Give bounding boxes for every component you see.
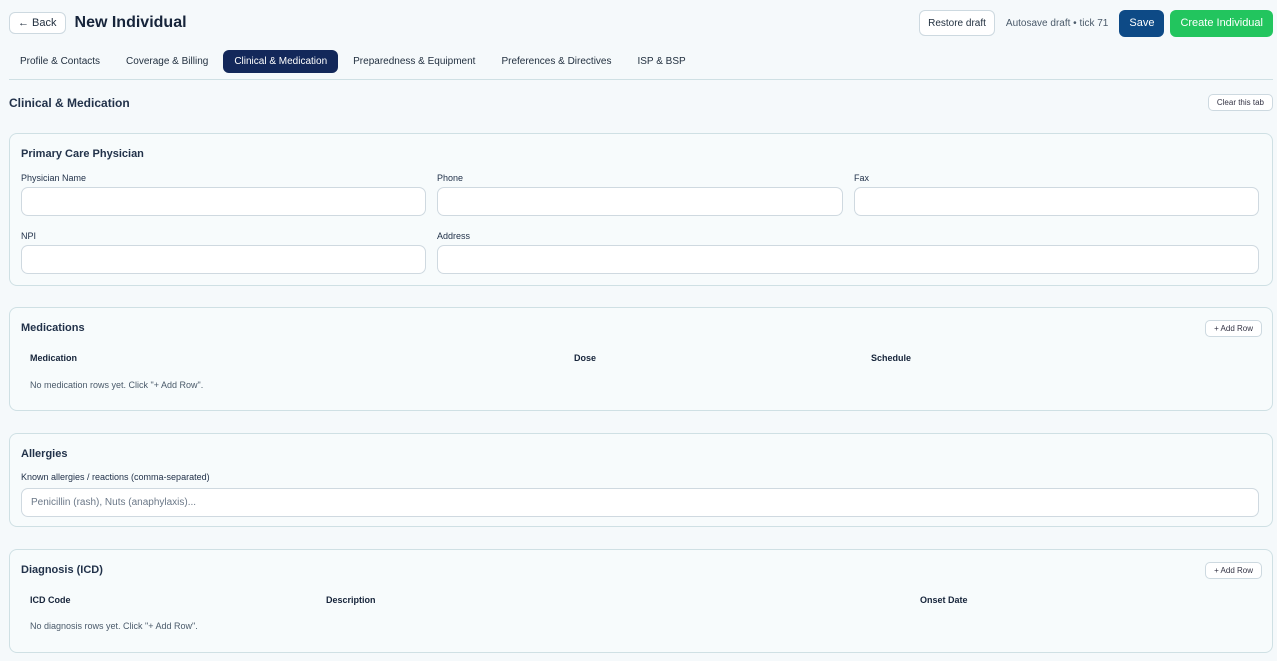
tab-coverage-billing[interactable]: Coverage & Billing bbox=[115, 50, 219, 73]
diagnosis-empty-text: No diagnosis rows yet. Click "+ Add Row"… bbox=[30, 621, 198, 631]
section-header: Clinical & Medication Clear this tab bbox=[9, 94, 1273, 111]
medications-card: Medications + Add Row Medication Dose Sc… bbox=[9, 307, 1273, 411]
clear-tab-button[interactable]: Clear this tab bbox=[1207, 94, 1273, 111]
section-title: Clinical & Medication bbox=[9, 95, 130, 110]
medications-title: Medications bbox=[21, 322, 85, 334]
medications-col-dose: Dose bbox=[574, 353, 597, 363]
diagnosis-card: Diagnosis (ICD) + Add Row ICD Code Descr… bbox=[9, 549, 1273, 653]
page-title: New Individual bbox=[74, 14, 187, 31]
tab-clinical-medication[interactable]: Clinical & Medication bbox=[223, 50, 339, 73]
physician-name-label: Physician Name bbox=[21, 173, 87, 183]
phone-label: Phone bbox=[437, 173, 464, 183]
create-individual-button[interactable]: Create Individual bbox=[1170, 9, 1273, 37]
pcp-title: Primary Care Physician bbox=[21, 148, 144, 160]
restore-draft-button[interactable]: Restore draft bbox=[919, 10, 995, 36]
diagnosis-col-icd-code: ICD Code bbox=[30, 595, 71, 605]
save-button[interactable]: Save bbox=[1119, 9, 1165, 37]
tab-preparedness-equipment[interactable]: Preparedness & Equipment bbox=[342, 50, 486, 73]
tab-preferences-directives[interactable]: Preferences & Directives bbox=[490, 50, 622, 73]
fax-label: Fax bbox=[854, 173, 870, 183]
allergies-field-label: Known allergies / reactions (comma-separ… bbox=[21, 472, 210, 482]
add-medication-row-button[interactable]: + Add Row bbox=[1205, 320, 1262, 337]
diagnosis-title: Diagnosis (ICD) bbox=[21, 564, 103, 576]
allergies-input[interactable] bbox=[21, 488, 1259, 517]
top-bar: ← Back New Individual Restore draft Auto… bbox=[9, 9, 1273, 37]
medications-col-schedule: Schedule bbox=[871, 353, 912, 363]
allergies-card: Allergies Known allergies / reactions (c… bbox=[9, 433, 1273, 527]
tab-profile-contacts[interactable]: Profile & Contacts bbox=[9, 50, 111, 73]
top-actions: Restore draft Autosave draft • tick 71 S… bbox=[919, 9, 1273, 37]
medications-empty-text: No medication rows yet. Click "+ Add Row… bbox=[30, 380, 204, 390]
address-input[interactable] bbox=[437, 245, 1259, 274]
allergies-title: Allergies bbox=[21, 448, 68, 460]
address-label: Address bbox=[437, 231, 471, 241]
physician-name-input[interactable] bbox=[21, 187, 426, 216]
fax-input[interactable] bbox=[854, 187, 1259, 216]
add-diagnosis-row-button[interactable]: + Add Row bbox=[1205, 562, 1262, 579]
tab-isp-bsp[interactable]: ISP & BSP bbox=[626, 50, 696, 73]
diagnosis-col-onset-date: Onset Date bbox=[920, 595, 968, 605]
npi-input[interactable] bbox=[21, 245, 426, 274]
npi-label: NPI bbox=[21, 231, 37, 241]
medications-col-medication: Medication bbox=[30, 353, 78, 363]
phone-input[interactable] bbox=[437, 187, 843, 216]
back-button[interactable]: ← Back bbox=[9, 12, 66, 34]
tab-bar: Profile & Contacts Coverage & Billing Cl… bbox=[9, 50, 1273, 80]
pcp-card: Primary Care Physician Physician Name Ph… bbox=[9, 133, 1273, 286]
diagnosis-col-description: Description bbox=[326, 595, 376, 605]
autosave-status: Autosave draft • tick 71 bbox=[1005, 17, 1109, 29]
